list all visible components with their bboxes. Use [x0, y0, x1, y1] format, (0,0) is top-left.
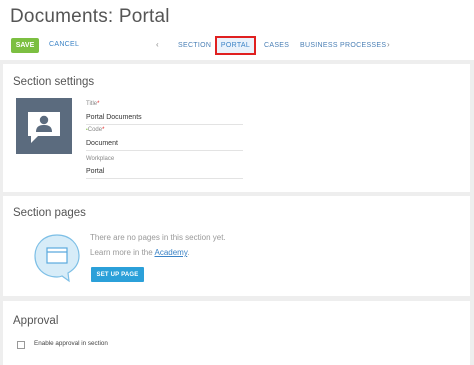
enable-approval-label[interactable]: Enable approval in section	[34, 340, 108, 347]
section-pages-title: Section pages	[13, 207, 86, 219]
tab-business-processes[interactable]: BUSINESS PROCESSES	[300, 42, 386, 49]
tabs-next-arrow-icon[interactable]: ›	[387, 40, 390, 49]
approval-card	[3, 301, 470, 365]
tab-cases[interactable]: CASES	[264, 42, 289, 49]
no-pages-text: There are no pages in this section yet.	[90, 233, 226, 242]
code-field-label: •Code*	[86, 127, 105, 133]
enable-approval-checkbox[interactable]	[17, 341, 25, 349]
page-title: Documents: Portal	[10, 6, 170, 27]
cancel-button[interactable]: CANCEL	[49, 41, 79, 48]
set-up-page-button[interactable]: SET UP PAGE	[91, 267, 144, 282]
tab-portal-label: PORTAL	[220, 42, 251, 49]
tab-portal[interactable]: PORTAL	[215, 36, 256, 55]
title-field-label: Title*	[86, 101, 100, 107]
window-bubble-icon	[34, 234, 80, 283]
workplace-field-label: Workplace	[86, 156, 115, 162]
approval-title: Approval	[13, 315, 59, 327]
learn-more-text: Learn more in the Academy.	[90, 248, 190, 257]
tab-section[interactable]: SECTION	[178, 42, 211, 49]
tabs-prev-arrow-icon[interactable]: ‹	[156, 40, 159, 49]
academy-link[interactable]: Academy	[154, 248, 187, 257]
page-header: Documents: Portal SAVE CANCEL ‹ SECTION …	[0, 0, 474, 60]
section-settings-title: Section settings	[13, 76, 95, 88]
code-field[interactable]: Document	[86, 140, 243, 151]
section-icon-tile[interactable]	[16, 98, 72, 154]
comment-user-icon	[28, 112, 60, 143]
title-field[interactable]: Portal Documents	[86, 114, 243, 125]
save-button[interactable]: SAVE	[11, 38, 39, 53]
workplace-field[interactable]: Portal	[86, 168, 243, 179]
